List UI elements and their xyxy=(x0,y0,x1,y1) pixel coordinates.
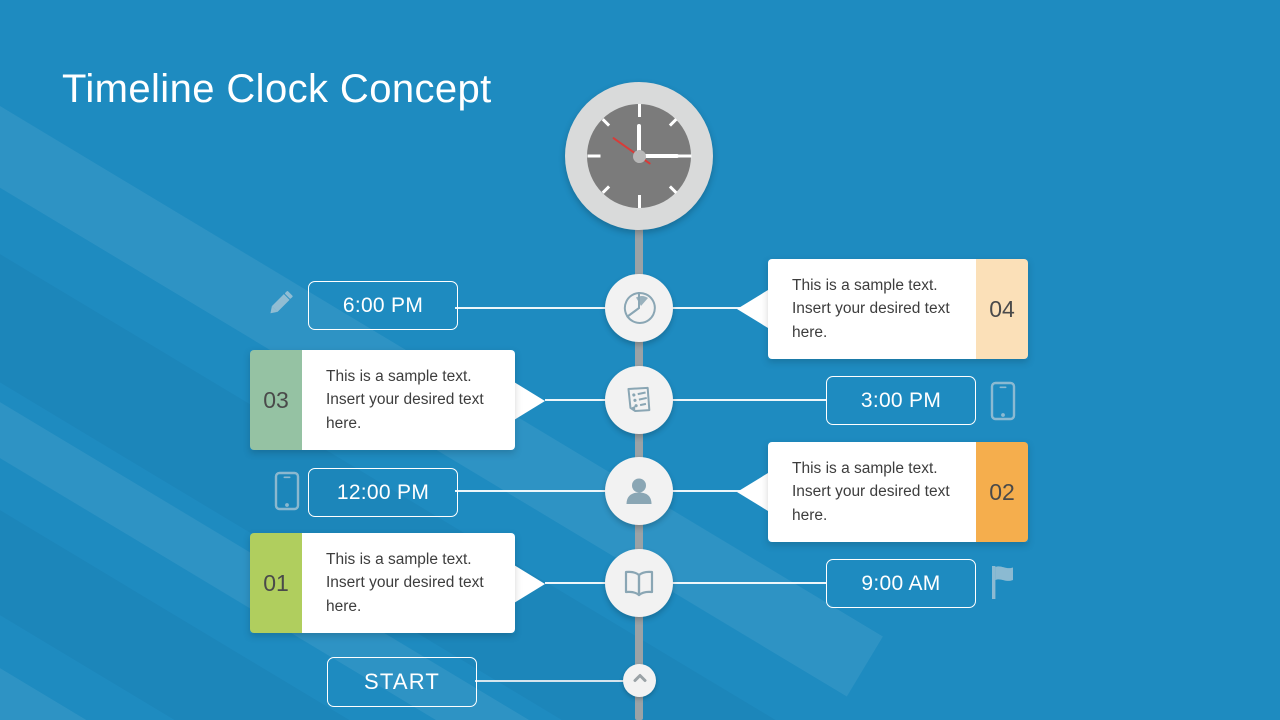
flag-icon xyxy=(988,562,1020,602)
connector-step-03-right xyxy=(672,399,827,401)
clock-tick-6 xyxy=(637,195,641,208)
text-card-body-step-03: This is a sample text. Insert your desir… xyxy=(302,350,515,450)
time-box-step-01[interactable]: 9:00 AM xyxy=(826,559,976,608)
connector-start xyxy=(475,680,625,682)
time-box-step-02[interactable]: 12:00 PM xyxy=(308,468,458,517)
page-title: Timeline Clock Concept xyxy=(62,66,492,111)
card-text-line1: This is a sample text. xyxy=(792,459,938,477)
clock-tick-9 xyxy=(587,154,600,158)
card-text-line2: Insert your desired text xyxy=(792,483,950,501)
card-text-line2: Insert your desired text xyxy=(326,574,484,592)
clock-face xyxy=(587,104,691,208)
step-number-03: 03 xyxy=(250,350,302,450)
timeline-node-step-04[interactable] xyxy=(605,274,673,342)
card-tail-step-04 xyxy=(737,290,768,328)
connector-step-01-right xyxy=(672,582,827,584)
chevron-up-icon xyxy=(631,669,649,692)
connector-step-04-left xyxy=(455,307,610,309)
step-number-04: 04 xyxy=(976,259,1028,359)
connector-step-02-left xyxy=(455,490,610,492)
connector-step-03-left xyxy=(545,399,610,401)
card-text-line1: This is a sample text. xyxy=(326,367,472,385)
text-card-body-step-04: This is a sample text. Insert your desir… xyxy=(768,259,976,359)
analog-clock xyxy=(565,82,713,230)
clock-tick-1-2 xyxy=(668,118,677,127)
card-text-line3: here. xyxy=(792,506,828,524)
card-text-line3: here. xyxy=(326,597,362,615)
user-person-icon xyxy=(621,473,657,509)
step-number-01: 01 xyxy=(250,533,302,633)
smartphone-icon-step-03 xyxy=(990,381,1016,421)
card-text-line1: This is a sample text. xyxy=(792,276,938,294)
clock-tick-3 xyxy=(678,154,691,158)
pencil-icon xyxy=(262,285,298,321)
timeline-node-step-02[interactable] xyxy=(605,457,673,525)
timeline-node-step-03[interactable] xyxy=(605,366,673,434)
card-text-line2: Insert your desired text xyxy=(326,391,484,409)
text-card-body-step-02: This is a sample text. Insert your desir… xyxy=(768,442,976,542)
clock-tick-12 xyxy=(637,104,641,117)
slide-canvas: Timeline Clock Concept 6:00 PM This is a… xyxy=(0,0,1280,720)
time-box-step-04[interactable]: 6:00 PM xyxy=(308,281,458,330)
start-node[interactable] xyxy=(623,664,656,697)
text-card-step-04[interactable]: This is a sample text. Insert your desir… xyxy=(768,259,1028,359)
text-card-step-01[interactable]: 01 This is a sample text. Insert your de… xyxy=(250,533,515,633)
connector-step-01-left xyxy=(545,582,610,584)
start-button[interactable]: START xyxy=(327,657,477,707)
time-box-step-03[interactable]: 3:00 PM xyxy=(826,376,976,425)
clock-tick-7-8 xyxy=(601,185,610,194)
card-text-line1: This is a sample text. xyxy=(326,550,472,568)
card-text-line3: here. xyxy=(792,323,828,341)
clock-center-pin xyxy=(632,149,646,163)
clock-second-hand xyxy=(612,136,652,165)
card-tail-step-02 xyxy=(737,473,768,511)
clock-tick-10-11 xyxy=(601,118,610,127)
card-tail-step-01 xyxy=(514,565,545,603)
pie-chart-icon xyxy=(620,289,658,327)
text-card-body-step-01: This is a sample text. Insert your desir… xyxy=(302,533,515,633)
card-tail-step-03 xyxy=(514,382,545,420)
card-text-line2: Insert your desired text xyxy=(792,300,950,318)
text-card-step-03[interactable]: 03 This is a sample text. Insert your de… xyxy=(250,350,515,450)
step-number-02: 02 xyxy=(976,442,1028,542)
card-text-line3: here. xyxy=(326,414,362,432)
open-book-icon xyxy=(620,564,658,602)
smartphone-icon-step-02 xyxy=(274,471,300,511)
timeline-node-step-01[interactable] xyxy=(605,549,673,617)
checklist-document-icon xyxy=(621,382,657,418)
text-card-step-02[interactable]: This is a sample text. Insert your desir… xyxy=(768,442,1028,542)
clock-tick-4-5 xyxy=(668,185,677,194)
